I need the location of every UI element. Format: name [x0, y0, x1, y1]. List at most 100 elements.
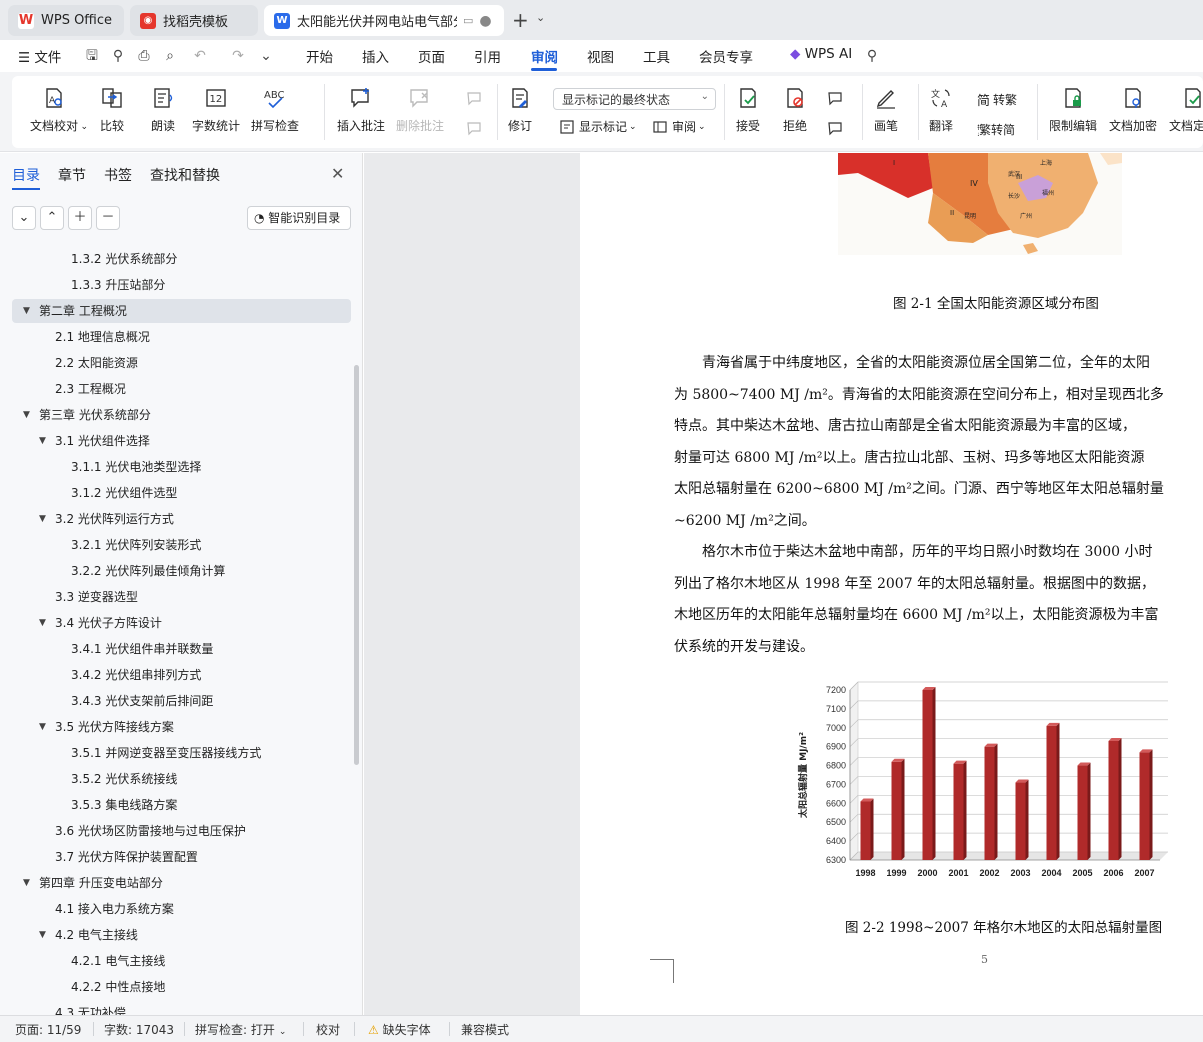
- menu-page[interactable]: 页面: [418, 46, 445, 66]
- menu-review[interactable]: 审阅: [531, 46, 558, 66]
- wps-ai-button[interactable]: ◆ WPS AI: [790, 46, 852, 62]
- toc-item[interactable]: ▼ 第二章 工程概况: [12, 299, 351, 323]
- tab-wps-office[interactable]: W WPS Office: [8, 5, 124, 36]
- toc-item[interactable]: 4.2.1 电气主接线: [0, 949, 355, 973]
- toc-item[interactable]: ▼ 3.5 光伏方阵接线方案: [0, 715, 355, 739]
- markup-state-select[interactable]: 显示标记的最终状态 ⌄: [553, 88, 716, 110]
- nav-tab-find-replace[interactable]: 查找和替换: [150, 165, 220, 185]
- file-menu[interactable]: ☰ 文件: [18, 46, 61, 66]
- remove-heading-button[interactable]: －: [96, 206, 120, 230]
- translate-button[interactable]: 文A 翻译: [929, 86, 953, 134]
- toc-item[interactable]: 2.1 地理信息概况: [0, 325, 355, 349]
- toc-item[interactable]: 3.3 逆变器选型: [0, 585, 355, 609]
- share-icon[interactable]: ⚲: [110, 48, 126, 64]
- toc-item[interactable]: 3.6 光伏场区防雷接地与过电压保护: [0, 819, 355, 843]
- toc-item[interactable]: 3.4.3 光伏支架前后排间距: [0, 689, 355, 713]
- accept-button[interactable]: 接受: [736, 86, 760, 134]
- nav-scrollbar[interactable]: [354, 365, 359, 765]
- search-icon[interactable]: ⚲: [864, 48, 880, 64]
- show-markup-button[interactable]: 显示标记 ⌄: [559, 118, 637, 135]
- prev-change-button[interactable]: [827, 90, 847, 106]
- undo-icon[interactable]: ↶: [192, 48, 208, 64]
- compare-button[interactable]: 比较: [100, 86, 124, 134]
- expand-caret-icon[interactable]: ▼: [23, 403, 30, 427]
- toc-item[interactable]: ▼ 4.2 电气主接线: [0, 923, 355, 947]
- reject-button[interactable]: 拒绝: [783, 86, 807, 134]
- collapse-up-button[interactable]: ⌃: [40, 206, 64, 230]
- to-traditional-button[interactable]: 简 转繁: [977, 90, 1017, 109]
- toc-item[interactable]: 2.2 太阳能资源: [0, 351, 355, 375]
- new-tab-button[interactable]: +: [512, 8, 529, 32]
- toc-item[interactable]: 3.7 光伏方阵保护装置配置: [0, 845, 355, 869]
- spell-check-button[interactable]: ABC 拼写检查: [251, 86, 299, 134]
- doc-check-button[interactable]: A 文档校对 ⌄: [30, 86, 88, 134]
- prev-comment-button[interactable]: [466, 90, 486, 106]
- toc-item[interactable]: 1.3.2 光伏系统部分: [0, 247, 355, 271]
- toc-item[interactable]: ▼ 第三章 光伏系统部分: [0, 403, 355, 427]
- toc-item[interactable]: 3.4.2 光伏组串排列方式: [0, 663, 355, 687]
- unsaved-dot-icon[interactable]: ●: [479, 13, 491, 29]
- print-icon[interactable]: ⎙: [136, 48, 152, 64]
- chevron-down-icon[interactable]: ⌄: [536, 11, 545, 24]
- smart-toc-button[interactable]: ◔ 智能识别目录: [247, 206, 351, 230]
- toc-item[interactable]: 3.4.1 光伏组件串并联数量: [0, 637, 355, 661]
- track-changes-button[interactable]: 修订: [508, 86, 532, 134]
- toc-item[interactable]: 3.1.1 光伏电池类型选择: [0, 455, 355, 479]
- review-pane-button[interactable]: 审阅 ⌄: [652, 118, 706, 135]
- tab-docer[interactable]: ◉ 找稻壳模板: [130, 5, 258, 36]
- page-indicator[interactable]: 页面: 11/59: [15, 1021, 81, 1038]
- next-change-button[interactable]: [827, 120, 847, 136]
- nav-tab-bookmarks[interactable]: 书签: [104, 165, 132, 185]
- toc-item[interactable]: 3.2.1 光伏阵列安装形式: [0, 533, 355, 557]
- restrict-edit-button[interactable]: 限制编辑: [1049, 86, 1097, 134]
- expand-caret-icon[interactable]: ▼: [39, 715, 46, 739]
- toc-item[interactable]: 3.5.1 并网逆变器至变压器接线方式: [0, 741, 355, 765]
- word-count-button[interactable]: 12 字数统计: [192, 86, 240, 134]
- nav-tab-toc[interactable]: 目录: [12, 165, 40, 185]
- expand-caret-icon[interactable]: ▼: [23, 871, 30, 895]
- toc-item[interactable]: 3.5.2 光伏系统接线: [0, 767, 355, 791]
- insert-comment-button[interactable]: 插入批注: [337, 86, 385, 134]
- read-aloud-button[interactable]: 朗读: [151, 86, 175, 134]
- compat-mode-indicator[interactable]: 兼容模式: [461, 1021, 509, 1038]
- toc-item[interactable]: ▼ 3.2 光伏阵列运行方式: [0, 507, 355, 531]
- finalize-button[interactable]: 文档定稿: [1169, 86, 1203, 134]
- toc-item[interactable]: ▼ 3.1 光伏组件选择: [0, 429, 355, 453]
- close-icon[interactable]: ✕: [331, 164, 344, 183]
- menu-view[interactable]: 视图: [587, 46, 614, 66]
- toc-item[interactable]: 3.1.2 光伏组件选型: [0, 481, 355, 505]
- toc-item[interactable]: 4.1 接入电力系统方案: [0, 897, 355, 921]
- tab-document[interactable]: W 太阳能光伏并网电站电气部分… ▭ ●: [264, 5, 504, 36]
- spell-check-indicator[interactable]: 拼写检查: 打开 ⌄: [195, 1021, 286, 1038]
- toc-item[interactable]: 4.3 无功补偿: [0, 1001, 355, 1015]
- expand-caret-icon[interactable]: ▼: [39, 507, 46, 531]
- expand-caret-icon[interactable]: ▼: [39, 923, 46, 947]
- next-comment-button[interactable]: [466, 120, 486, 136]
- toc-item[interactable]: 3.5.3 集电线路方案: [0, 793, 355, 817]
- delete-comment-button[interactable]: 删除批注: [396, 86, 444, 134]
- document-page[interactable]: I IV III II 武汉 上海 长沙 福州 广州 昆明 图 2-1 全国太阳…: [580, 153, 1203, 1015]
- toc-item[interactable]: 2.3 工程概况: [0, 377, 355, 401]
- toc-item[interactable]: ▼ 3.4 光伏子方阵设计: [0, 611, 355, 635]
- expand-caret-icon[interactable]: ▼: [39, 611, 46, 635]
- toc-item[interactable]: ▼ 第四章 升压变电站部分: [0, 871, 355, 895]
- redo-icon[interactable]: ↷: [230, 48, 246, 64]
- word-count-indicator[interactable]: 字数: 17043: [104, 1021, 174, 1038]
- toc-item[interactable]: 1.3.3 升压站部分: [0, 273, 355, 297]
- menu-insert[interactable]: 插入: [362, 46, 389, 66]
- to-simplified-button[interactable]: 繁 繁转简: [977, 120, 1016, 139]
- menu-references[interactable]: 引用: [474, 46, 501, 66]
- save-icon[interactable]: 🖫: [84, 48, 100, 64]
- menu-start[interactable]: 开始: [306, 46, 333, 66]
- collapse-down-button[interactable]: ⌄: [12, 206, 36, 230]
- print-preview-icon[interactable]: ⌕: [162, 48, 178, 64]
- add-heading-button[interactable]: ＋: [68, 206, 92, 230]
- toc-item[interactable]: 4.2.2 中性点接地: [0, 975, 355, 999]
- document-canvas[interactable]: I IV III II 武汉 上海 长沙 福州 广州 昆明 图 2-1 全国太阳…: [364, 153, 1203, 1015]
- menu-member[interactable]: 会员专享: [699, 46, 753, 66]
- expand-caret-icon[interactable]: ▼: [23, 299, 30, 323]
- missing-font-indicator[interactable]: ⚠ 缺失字体: [368, 1021, 431, 1038]
- pen-button[interactable]: 画笔: [874, 86, 898, 134]
- toc-item[interactable]: 3.2.2 光伏阵列最佳倾角计算: [0, 559, 355, 583]
- nav-tab-sections[interactable]: 章节: [58, 165, 86, 185]
